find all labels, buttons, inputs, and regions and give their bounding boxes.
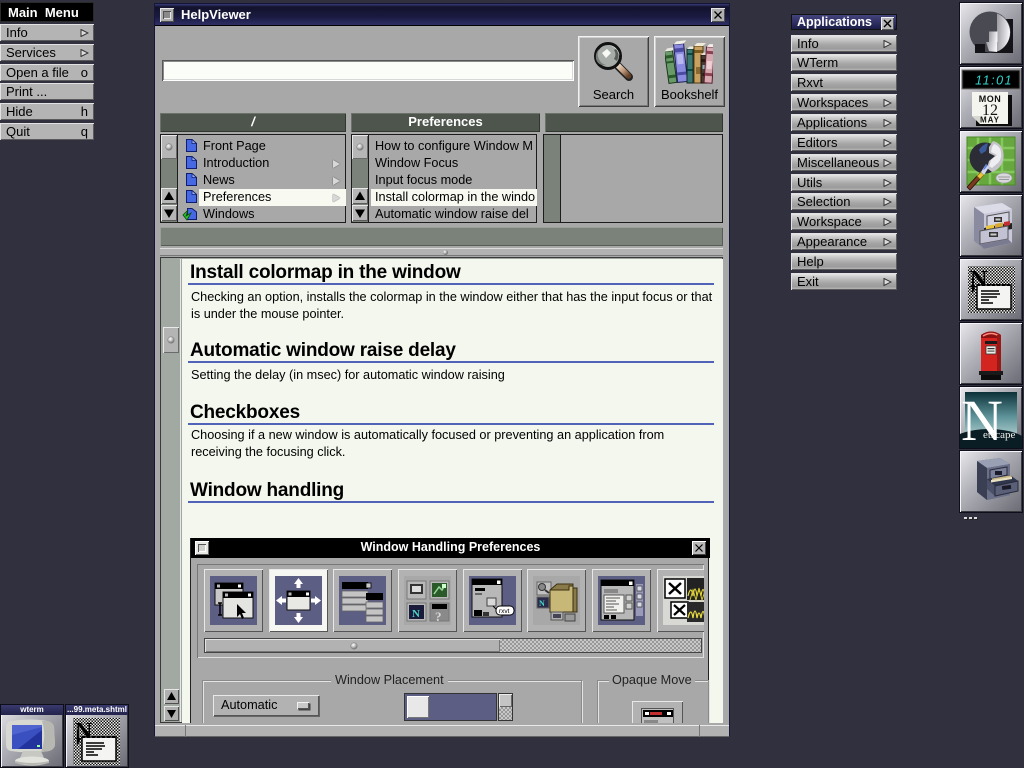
svg-text:N: N: [412, 608, 420, 620]
svg-text:11:01: 11:01: [975, 74, 1013, 88]
svg-text:?: ?: [435, 609, 442, 624]
svg-text:MAY: MAY: [980, 116, 1000, 125]
svg-text:rxvt: rxvt: [499, 608, 510, 615]
svg-text:N: N: [539, 599, 545, 608]
svg-text:etscape: etscape: [983, 429, 1015, 441]
